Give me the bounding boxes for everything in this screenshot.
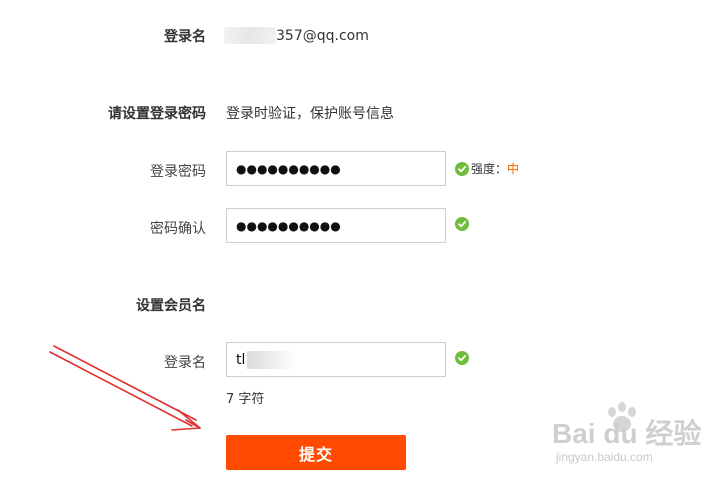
watermark-main: Bai du 经验 [552,418,702,449]
watermark-sub: jingyan.baidu.com [556,450,653,464]
watermark: Bai du 经验 jingyan.baidu.com [552,402,712,474]
